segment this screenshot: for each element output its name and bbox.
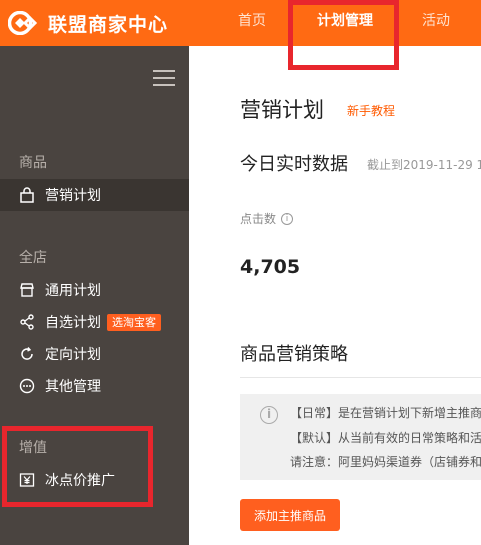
refresh-icon (21, 347, 33, 360)
logo-text: 联盟商家中心 (48, 13, 169, 36)
nav-home[interactable]: 首页 (238, 0, 266, 42)
sidebar-item-general-plan[interactable]: 通用计划 (0, 274, 189, 306)
logo[interactable]: 联盟商家中心 (0, 0, 189, 46)
clicks-label: 点击数 i (240, 210, 294, 227)
notice-line: 【日常】是在营销计划下新增主推商 (290, 406, 481, 420)
notice-line: 【默认】从当前有效的日常策略和活 (290, 431, 481, 445)
highlight-box (288, 0, 399, 70)
sidebar-item-other-management[interactable]: 其他管理 (0, 370, 189, 402)
notice-line: 请注意：阿里妈妈渠道券（店铺券和 (290, 455, 481, 469)
sidebar-section-goods: 商品 (19, 155, 47, 171)
clicks-label-text: 点击数 (240, 212, 277, 226)
sidebar-item-label: 通用计划 (45, 283, 101, 299)
sidebar-section-store: 全店 (19, 250, 47, 266)
logo-icon (8, 11, 38, 35)
info-icon: i (260, 406, 278, 424)
more-icon (19, 378, 35, 394)
menu-toggle-icon[interactable] (153, 70, 175, 86)
strategy-title: 商品营销策略 (240, 344, 348, 365)
top-bar: 联盟商家中心 首页 计划管理 活动 (0, 0, 481, 46)
highlight-box (2, 426, 153, 507)
nav-activity[interactable]: 活动 (422, 0, 450, 42)
sidebar-item-label: 自选计划 (45, 315, 101, 331)
realtime-data-title: 今日实时数据 (240, 154, 348, 175)
divider (240, 377, 481, 378)
share-icon (20, 314, 34, 330)
sidebar-item-label: 营销计划 (45, 188, 101, 204)
page-title: 营销计划 (240, 98, 324, 122)
add-featured-product-button[interactable]: 添加主推商品 (240, 499, 340, 531)
notice-box: i 【日常】是在营销计划下新增主推商 【默认】从当前有效的日常策略和活 请注意：… (240, 394, 481, 480)
tutorial-link[interactable]: 新手教程 (347, 102, 395, 119)
taoke-tag[interactable]: 选淘宝客 (107, 313, 161, 331)
sidebar-item-custom-plan[interactable]: 自选计划 选淘宝客 (0, 306, 189, 338)
cutoff-time: 截止到2019-11-29 1 (367, 158, 481, 172)
clicks-value: 4,705 (240, 256, 301, 278)
info-icon[interactable]: i (281, 212, 294, 225)
sidebar-item-marketing-plan[interactable]: 营销计划 (0, 179, 189, 211)
sidebar-item-targeted-plan[interactable]: 定向计划 (0, 338, 189, 370)
bag-icon (20, 187, 34, 203)
main-content: 营销计划 新手教程 今日实时数据 截止到2019-11-29 1 点击数 i 4… (189, 46, 481, 545)
store-icon (20, 283, 34, 297)
sidebar-item-label: 定向计划 (45, 347, 101, 363)
sidebar-item-label: 其他管理 (45, 379, 101, 395)
